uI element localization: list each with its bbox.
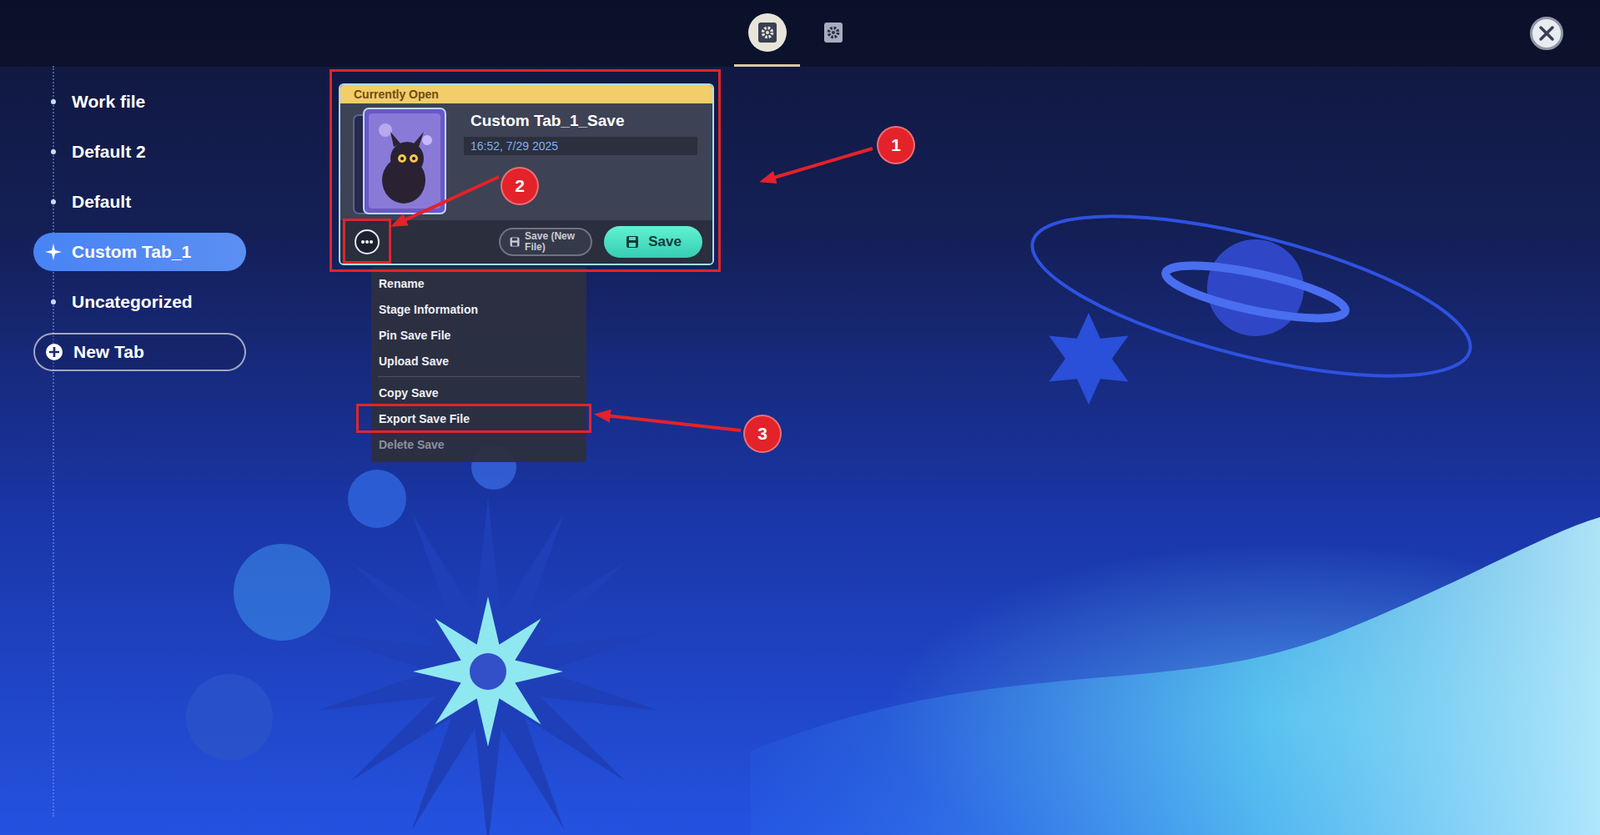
save-button[interactable]: Save	[603, 226, 703, 258]
menu-item[interactable]: Export Save File	[371, 405, 587, 432]
sidebar-item[interactable]: Custom Tab_1	[33, 232, 247, 272]
menu-label: Rename	[378, 276, 424, 291]
menu-item[interactable]: Stage Information	[371, 296, 587, 323]
menu-item[interactable]: Rename	[371, 270, 587, 297]
sidebar-item[interactable]: Default 2	[33, 132, 247, 172]
background-art	[0, 0, 1600, 835]
sparkle-icon	[45, 243, 62, 261]
new-tab-label: New Tab	[73, 342, 145, 363]
menu-item[interactable]: Pin Save File	[371, 322, 587, 348]
sidebar: Work file Default 2 Default Custom Tab_1 Unc…	[0, 66, 267, 372]
sidebar-item[interactable]: Work file	[33, 82, 247, 121]
more-icon	[360, 239, 374, 245]
save-new-icon	[508, 234, 521, 250]
bullet-dot	[50, 99, 56, 105]
save-thumbnail	[352, 106, 449, 220]
arrow-icon	[597, 414, 741, 431]
save-file-icon	[756, 20, 779, 45]
close-icon	[1537, 24, 1556, 43]
step-badge: 1	[876, 125, 916, 165]
arrow-icon	[393, 176, 499, 226]
menu-label: Pin Save File	[378, 328, 451, 343]
current-badge: Currently Open	[340, 85, 713, 104]
top-tab[interactable]	[734, 0, 800, 67]
sidebar-item[interactable]: Uncategorized	[33, 282, 247, 322]
sidebar-label: Default	[71, 191, 131, 212]
menu-item[interactable]: Upload Save	[371, 347, 587, 374]
sidebar-label: Default 2	[71, 141, 146, 162]
save-icon	[624, 234, 640, 250]
step-badge: 2	[500, 166, 539, 206]
bullet-dot	[50, 299, 56, 305]
save-timestamp: 16:52, 7/29 2025	[463, 136, 698, 156]
highlight-box	[342, 218, 392, 264]
bullet-dot	[50, 199, 56, 205]
sidebar-label: Work file	[71, 91, 146, 112]
bullet-dot	[50, 149, 56, 155]
context-menu: Rename Stage Information Pin Save File Uplo…	[371, 266, 587, 463]
menu-label: Delete Save	[378, 437, 445, 452]
arrow-icon	[762, 148, 873, 182]
save-list: Currently Open Custom Tab_1_Save 16:52, 7/…	[266, 66, 715, 372]
save-manager-screen: Work file Default 2 Default Custom Tab_1 Unc…	[0, 0, 1600, 835]
tab-icon-holder	[748, 13, 787, 52]
sidebar-item[interactable]: Default	[33, 182, 247, 222]
save-title: Custom Tab_1_Save	[470, 111, 698, 131]
menu-label: Stage Information	[378, 302, 478, 317]
annotation-arrows	[0, 0, 1600, 835]
menu-item[interactable]: Copy Save	[371, 379, 587, 406]
tab-list: Work file Default 2 Default Custom Tab_1 Unc…	[33, 82, 247, 372]
save-new-file-button[interactable]: Save (New File)	[498, 227, 593, 257]
sidebar-label: Uncategorized	[71, 291, 193, 312]
card-actions: Save (New File) Save	[340, 220, 713, 264]
new-tab-button[interactable]: New Tab	[33, 332, 247, 372]
top-tabs	[734, 0, 866, 67]
button-label: Save (New File)	[524, 231, 583, 252]
settings-file-icon	[822, 20, 845, 45]
highlight-box	[356, 403, 592, 433]
menu-item: Delete Save	[371, 431, 587, 458]
top-bar	[0, 0, 1600, 67]
plus-icon	[45, 342, 64, 362]
menu-label: Upload Save	[378, 354, 449, 368]
sidebar-label: Custom Tab_1	[71, 241, 192, 262]
menu-label: Export Save File	[378, 412, 470, 426]
more-button[interactable]	[354, 229, 380, 255]
menu-divider	[377, 376, 580, 378]
close-button[interactable]	[1529, 16, 1564, 51]
button-label: Save	[648, 233, 682, 251]
tab-icon-holder	[814, 13, 853, 52]
step-badge: 3	[743, 414, 782, 453]
menu-label: Copy Save	[378, 386, 439, 400]
top-tab[interactable]	[800, 0, 866, 67]
